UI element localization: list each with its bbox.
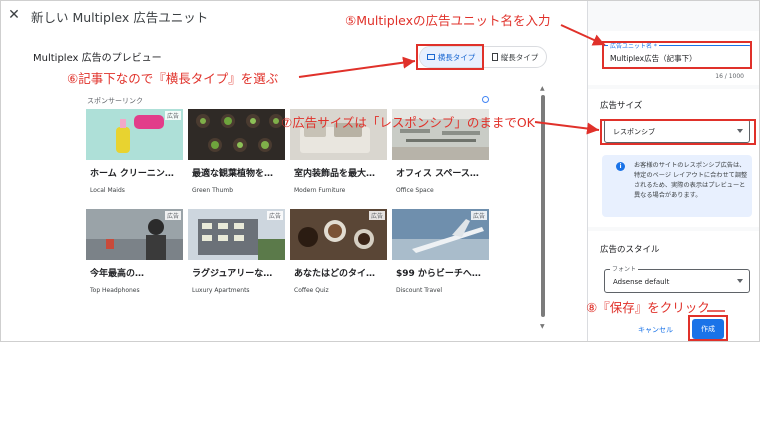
ad-card[interactable]: 広告 ホーム クリーニン… Local Maids xyxy=(86,109,183,200)
ad-tag: 広告 xyxy=(368,211,385,220)
arrow-step6 xyxy=(298,56,416,78)
style-section: 広告のスタイル Adsense default フォント キャンセル 作成 xyxy=(588,231,759,341)
highlight-box-size xyxy=(600,119,756,145)
ad-headline: あなたはどのタイ… xyxy=(294,269,376,279)
dialog-window: ✕ 新しい Multiplex 広告ユニット Multiplex 広告のプレビュ… xyxy=(0,0,760,342)
vertical-layout-icon xyxy=(491,53,498,61)
ad-source: Local Maids xyxy=(90,187,125,194)
highlight-box-create xyxy=(688,315,728,341)
ad-card[interactable]: 広告 今年最高の… Top Headphones xyxy=(86,209,183,300)
ad-source: Coffee Quiz xyxy=(294,287,329,294)
close-icon[interactable]: ✕ xyxy=(7,7,21,23)
font-dropdown-value: Adsense default xyxy=(613,278,670,286)
ad-tag: 広告 xyxy=(164,211,181,220)
chevron-down-icon xyxy=(737,279,743,283)
responsive-info-box: i お客様のサイトのレスポンシブ広告は、特定のページ レイアウトに合わせて調整さ… xyxy=(602,155,752,217)
scroll-thumb[interactable] xyxy=(541,95,545,317)
vertical-type-label: 縦長タイプ xyxy=(500,52,539,62)
ad-card[interactable]: 最適な観葉植物を… Green Thumb xyxy=(188,109,285,200)
ad-headline: 最適な観葉植物を… xyxy=(192,169,274,179)
scroll-up-icon[interactable]: ▲ xyxy=(540,85,545,92)
dialog-title: 新しい Multiplex 広告ユニット xyxy=(31,10,209,25)
ad-card[interactable]: 広告 $99 からビーチへ… Discount Travel xyxy=(392,209,489,300)
ad-source: Office Space xyxy=(396,187,434,194)
ad-headline: ラグジュアリーな… xyxy=(192,269,273,279)
annotation-step5: ⑤Multiplexの広告ユニット名を入力 xyxy=(345,13,551,28)
ad-tag: 広告 xyxy=(266,211,283,220)
ad-headline: ホーム クリーニン… xyxy=(90,169,174,179)
annotation-step8: ⑧『保存』をクリック xyxy=(586,300,710,315)
style-heading: 広告のスタイル xyxy=(600,245,660,255)
ad-image-plants xyxy=(188,109,285,160)
name-char-count: 16 / 1000 xyxy=(715,73,744,80)
cancel-button[interactable]: キャンセル xyxy=(638,325,673,335)
ad-headline: 室内装飾品を最大… xyxy=(294,169,376,179)
info-icon: i xyxy=(616,162,625,171)
ad-card[interactable]: 広告 ラグジュアリーな… Luxury Apartments xyxy=(188,209,285,300)
vertical-type-button[interactable]: 縦長タイプ xyxy=(484,47,546,67)
font-label: フォント xyxy=(610,264,639,273)
ad-source: Modern Furniture xyxy=(294,187,346,194)
preview-title: Multiplex 広告のプレビュー xyxy=(33,53,162,64)
size-section: 広告サイズ レスポンシブ i お客様のサイトのレスポンシブ広告は、特定のページ … xyxy=(588,89,759,227)
preview-scrollbar[interactable]: ▲ ▼ xyxy=(540,85,546,335)
sponsored-label: スポンサーリンク xyxy=(87,97,143,105)
responsive-info-text: お客様のサイトのレスポンシブ広告は、特定のページ レイアウトに合わせて調整される… xyxy=(634,162,748,199)
ad-tag: 広告 xyxy=(470,211,487,220)
ad-source: Green Thumb xyxy=(192,187,234,194)
annotation-step7: ⑦広告サイズは「レスポンシブ」のままでOK xyxy=(281,115,535,130)
ad-headline: 今年最高の… xyxy=(90,269,145,279)
adchoices-icon[interactable] xyxy=(482,96,489,103)
ad-source: Discount Travel xyxy=(396,287,443,294)
ad-card[interactable]: 広告 あなたはどのタイ… Coffee Quiz xyxy=(290,209,387,300)
ad-source: Top Headphones xyxy=(90,287,140,294)
annotation-step6: ⑥記事下なので『横長タイプ』を選ぶ xyxy=(67,71,279,86)
ad-headline: オフィス スペース… xyxy=(396,169,479,179)
ad-headline: $99 からビーチへ… xyxy=(396,269,481,279)
ad-tag: 広告 xyxy=(164,111,181,120)
scroll-down-icon[interactable]: ▼ xyxy=(540,323,545,330)
highlight-box-name xyxy=(602,41,752,69)
highlight-box-type xyxy=(416,44,484,70)
size-heading: 広告サイズ xyxy=(600,101,643,111)
ad-source: Luxury Apartments xyxy=(192,287,250,294)
